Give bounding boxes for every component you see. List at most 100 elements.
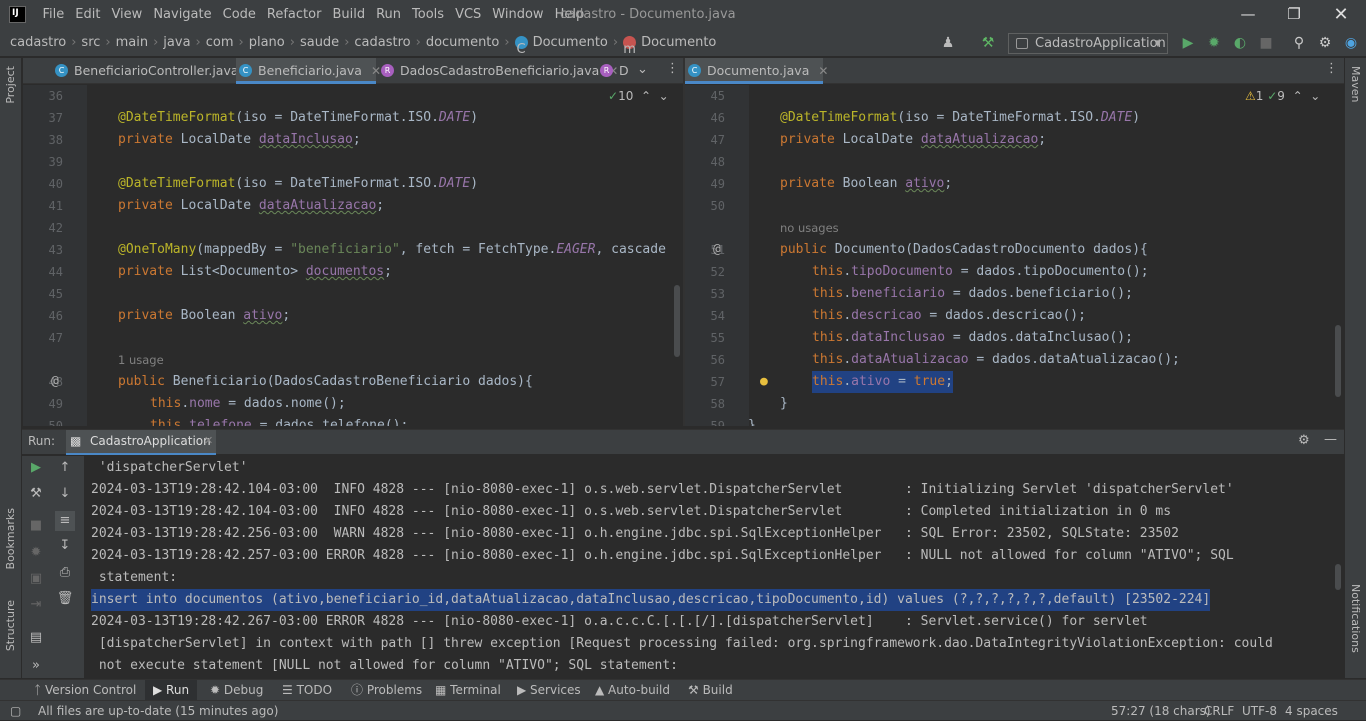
- debug-icon[interactable]: ✹: [1204, 33, 1224, 53]
- left-editor[interactable]: ✓10 ⌃ ⌄ 36 37 @DateTimeFormat(iso = DateTi…: [23, 85, 683, 426]
- code-line[interactable]: 57 this.ativo = true; ●: [685, 371, 1344, 393]
- status-message[interactable]: All files are up-to-date (15 minutes ago…: [38, 701, 278, 721]
- print-icon[interactable]: ⎙: [55, 563, 75, 583]
- menu-view[interactable]: View: [106, 0, 148, 29]
- more-icon[interactable]: ⋮: [1325, 61, 1338, 76]
- console-scrollbar[interactable]: [1335, 564, 1341, 590]
- stop-icon[interactable]: ■: [1256, 33, 1276, 53]
- code-line[interactable]: 50: [685, 195, 1344, 217]
- problems-tool-button[interactable]: ⓘ Problems: [351, 680, 422, 701]
- auto-build-tool-button[interactable]: ▲ Auto-build: [595, 680, 670, 701]
- run-tool-button[interactable]: ▶ Run: [145, 680, 198, 701]
- console-output[interactable]: 'dispatcherServlet' 2024-03-13T19:28:42.1…: [84, 456, 1336, 678]
- menu-vcs[interactable]: VCS: [450, 0, 487, 29]
- breadcrumb-item[interactable]: com: [206, 29, 234, 57]
- caret-position[interactable]: 57:27 (18 chars): [1111, 701, 1211, 721]
- hammer-build-icon[interactable]: ⚒: [978, 33, 998, 53]
- debug-icon[interactable]: ✹: [26, 543, 46, 563]
- maven-tool-button[interactable]: Maven: [1349, 66, 1362, 102]
- gear-icon[interactable]: ⚙: [1315, 33, 1335, 53]
- notifications-tool-button[interactable]: Notifications: [1349, 584, 1362, 653]
- menu-refactor[interactable]: Refactor: [261, 0, 327, 29]
- debug-tool-button[interactable]: ✹ Debug: [210, 680, 263, 701]
- code-line[interactable]: 40 @DateTimeFormat(iso = DateTimeFormat.I…: [23, 173, 683, 195]
- maximize-icon[interactable]: ❐: [1271, 0, 1317, 29]
- file-encoding[interactable]: UTF-8: [1242, 701, 1277, 721]
- code-line[interactable]: 58}: [685, 393, 1344, 415]
- search-icon[interactable]: ⚲: [1289, 33, 1309, 53]
- camera-icon[interactable]: ▣: [26, 569, 46, 589]
- menu-tools[interactable]: Tools: [407, 0, 450, 29]
- code-line[interactable]: 47: [23, 327, 683, 349]
- breadcrumb-item[interactable]: documento: [426, 29, 500, 57]
- code-line[interactable]: 52 this.tipoDocumento = dados.tipoDocumen…: [685, 261, 1344, 283]
- breadcrumb-item[interactable]: C Documento: [514, 29, 608, 57]
- breadcrumb-item[interactable]: cadastro: [354, 29, 410, 57]
- code-line[interactable]: 47 private LocalDate dataAtualizacao;: [685, 129, 1344, 151]
- trash-icon[interactable]: 🗑: [55, 589, 75, 609]
- tab-beneficiario-controller[interactable]: CBeneficiarioController.java✕: [52, 58, 258, 84]
- override-marker-icon[interactable]: @: [51, 371, 59, 393]
- menu-run[interactable]: Run: [371, 0, 407, 29]
- soft-wrap-icon[interactable]: ≡: [55, 511, 75, 531]
- menu-window[interactable]: Window: [487, 0, 549, 29]
- code-line[interactable]: 51 public Documento(DadosCadastroDocument…: [685, 239, 1344, 261]
- code-line[interactable]: 54 this.descricao = dados.descricao();: [685, 305, 1344, 327]
- code-line[interactable]: 48 public Beneficiario(DadosCadastroBenef…: [23, 371, 683, 393]
- project-tool-button[interactable]: Project: [4, 66, 17, 104]
- tab-beneficiario[interactable]: C Beneficiario.java ✕: [236, 58, 381, 84]
- code-line[interactable]: 41 private LocalDate dataAtualizacao;: [23, 195, 683, 217]
- code-line[interactable]: 45: [685, 85, 1344, 107]
- update-icon[interactable]: ◉: [1341, 33, 1361, 53]
- code-line[interactable]: no usages: [685, 217, 1344, 239]
- right-editor[interactable]: ⚠1 ✓9 ⌃ ⌄ 45 46 @DateTimeFormat(iso = Date…: [685, 85, 1344, 426]
- code-line[interactable]: 48: [685, 151, 1344, 173]
- scroll-up-icon[interactable]: ↑: [55, 458, 75, 478]
- breadcrumb-item[interactable]: java: [163, 29, 190, 57]
- code-line[interactable]: 46 private Boolean ativo;: [23, 305, 683, 327]
- code-line[interactable]: 49 this.nome = dados.nome();: [23, 393, 683, 415]
- chevron-down-icon[interactable]: ⌄: [637, 62, 648, 77]
- scroll-down-icon[interactable]: ↓: [55, 484, 75, 504]
- menu-edit[interactable]: Edit: [70, 0, 106, 29]
- structure-tool-button[interactable]: Structure: [4, 600, 17, 651]
- gear-icon[interactable]: ⚙: [1298, 433, 1310, 448]
- code-line[interactable]: 44 private List<Documento> documentos;: [23, 261, 683, 283]
- code-line[interactable]: 42: [23, 217, 683, 239]
- line-separator[interactable]: CRLF: [1204, 701, 1234, 721]
- scrollbar[interactable]: [674, 285, 680, 357]
- override-marker-icon[interactable]: @: [713, 239, 721, 261]
- expand-icon[interactable]: »: [26, 656, 46, 676]
- code-line[interactable]: 49 private Boolean ativo;: [685, 173, 1344, 195]
- menu-navigate[interactable]: Navigate: [148, 0, 217, 29]
- hide-panel-icon[interactable]: —: [1324, 432, 1337, 447]
- user-icon[interactable]: ♟: [938, 33, 958, 53]
- tab-overflow[interactable]: RD: [597, 58, 629, 84]
- code-line[interactable]: 43 @OneToMany(mappedBy = "beneficiario", …: [23, 239, 683, 261]
- code-line[interactable]: 37 @DateTimeFormat(iso = DateTimeFormat.I…: [23, 107, 683, 129]
- bookmarks-tool-button[interactable]: Bookmarks: [4, 508, 17, 569]
- version-control-button[interactable]: ᛏ Version Control: [34, 680, 136, 701]
- code-line[interactable]: 1 usage: [23, 349, 683, 371]
- menu-file[interactable]: File: [37, 0, 70, 29]
- layout-icon[interactable]: ▤: [26, 628, 46, 648]
- services-tool-button[interactable]: ▶ Services: [517, 680, 581, 701]
- run-icon[interactable]: ▶: [1178, 33, 1198, 53]
- build-tool-button[interactable]: ⚒ Build: [688, 680, 733, 701]
- code-line[interactable]: 38 private LocalDate dataInclusao;: [23, 129, 683, 151]
- indent-settings[interactable]: 4 spaces: [1285, 701, 1338, 721]
- stop-icon[interactable]: ■: [26, 516, 46, 536]
- run-configuration-select[interactable]: CadastroApplication ▾: [1008, 33, 1168, 54]
- todo-tool-button[interactable]: ☰ TODO: [282, 680, 332, 701]
- exit-icon[interactable]: ⇥: [26, 595, 46, 615]
- close-tab-icon[interactable]: ✕: [204, 434, 213, 447]
- code-line[interactable]: 46 @DateTimeFormat(iso = DateTimeFormat.I…: [685, 107, 1344, 129]
- lightbulb-icon[interactable]: ●: [760, 371, 768, 393]
- breadcrumb-item[interactable]: m Documento: [623, 29, 716, 57]
- menu-code[interactable]: Code: [217, 0, 261, 29]
- tab-documento[interactable]: C Documento.java ✕: [685, 58, 828, 84]
- breadcrumb-item[interactable]: cadastro: [10, 29, 66, 57]
- code-line[interactable]: 39: [23, 151, 683, 173]
- code-line[interactable]: 36: [23, 85, 683, 107]
- code-line[interactable]: 55 this.dataInclusao = dados.dataInclusao…: [685, 327, 1344, 349]
